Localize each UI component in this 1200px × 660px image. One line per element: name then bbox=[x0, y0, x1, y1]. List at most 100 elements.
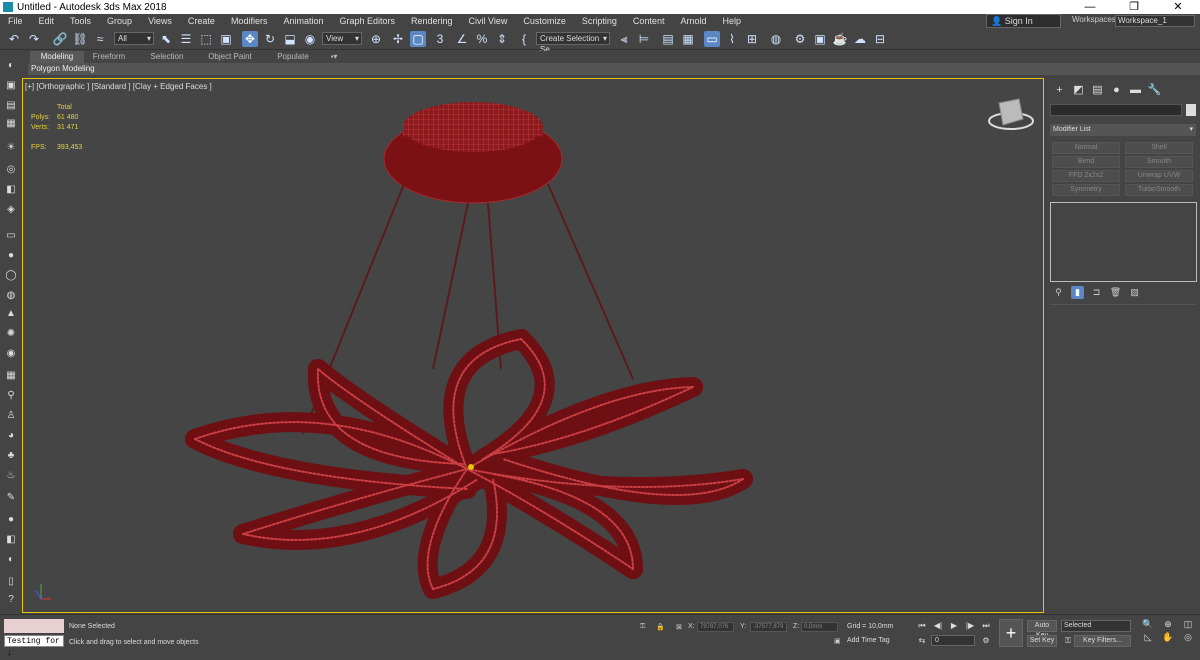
object-color-swatch[interactable] bbox=[1186, 104, 1196, 116]
bone-icon[interactable]: ⚲ bbox=[4, 388, 18, 402]
modifier-shell-button[interactable]: Shell bbox=[1125, 142, 1193, 154]
workspace-dropdown[interactable]: Workspace_1 bbox=[1115, 15, 1195, 27]
camera-icon[interactable]: ◎ bbox=[4, 162, 18, 176]
modifier-list-dropdown[interactable]: Modifier List bbox=[1050, 124, 1196, 136]
selection-filter-dropdown[interactable]: All bbox=[114, 32, 154, 45]
previous-frame-icon[interactable]: ◀| bbox=[932, 620, 944, 632]
rect-selection-icon[interactable]: ⬚ bbox=[198, 31, 214, 47]
target-icon[interactable]: ◉ bbox=[4, 346, 18, 360]
viewcube[interactable] bbox=[988, 98, 1034, 130]
menu-edit[interactable]: Edit bbox=[31, 14, 63, 28]
maxscript-listener-output[interactable] bbox=[4, 619, 64, 633]
snaps-toggle-icon[interactable]: 3 bbox=[432, 31, 448, 47]
zoom-extents-icon[interactable]: ◫ bbox=[1179, 619, 1197, 630]
tab-freeform[interactable]: Freeform bbox=[86, 51, 132, 63]
select-rotate-icon[interactable]: ↻ bbox=[262, 31, 278, 47]
geosphere-icon[interactable]: ◯ bbox=[4, 268, 18, 282]
current-frame-field[interactable]: 0 bbox=[931, 635, 975, 646]
spinner-snap-icon[interactable]: ⇕ bbox=[494, 31, 510, 47]
selection-set-dropdown[interactable]: Selected bbox=[1061, 620, 1131, 632]
next-frame-icon[interactable]: |▶ bbox=[964, 620, 976, 632]
align-icon[interactable]: ⊨ bbox=[636, 31, 652, 47]
minimize-button[interactable]: — bbox=[1068, 0, 1112, 14]
sign-in-dropdown[interactable]: 👤 Sign In bbox=[986, 14, 1061, 28]
help-icon[interactable]: ? bbox=[4, 592, 18, 606]
light-icon[interactable]: ☀ bbox=[4, 140, 18, 154]
hierarchy-tab-icon[interactable]: ▤ bbox=[1088, 82, 1107, 98]
zoom-all-icon[interactable]: ⊕ bbox=[1159, 619, 1177, 630]
set-keys-icon[interactable]: + bbox=[999, 619, 1023, 647]
play-icon[interactable]: ▶ bbox=[948, 620, 960, 632]
select-by-name-icon[interactable]: ☰ bbox=[178, 31, 194, 47]
modifier-bend-button[interactable]: Bend bbox=[1052, 156, 1120, 168]
sun-icon[interactable]: ✺ bbox=[4, 326, 18, 340]
assign-material-icon[interactable]: ◧ bbox=[4, 532, 18, 546]
menu-graph-editors[interactable]: Graph Editors bbox=[331, 14, 403, 28]
material-sphere-icon[interactable]: ● bbox=[4, 512, 18, 526]
menu-group[interactable]: Group bbox=[99, 14, 140, 28]
tab-object-paint[interactable]: Object Paint bbox=[202, 51, 258, 63]
remove-modifier-icon[interactable]: 🗑 bbox=[1109, 286, 1122, 299]
pan-icon[interactable]: ✋ bbox=[1159, 632, 1177, 643]
material-editor-icon[interactable]: ◍ bbox=[768, 31, 784, 47]
modifier-unwrap-button[interactable]: Unwrap UVW bbox=[1125, 170, 1193, 182]
bind-space-warp-icon[interactable]: ≈ bbox=[92, 31, 108, 47]
a360-render-icon[interactable]: ⊟ bbox=[872, 31, 888, 47]
manipulate-icon[interactable]: ✢ bbox=[390, 31, 406, 47]
ribbon-options-icon[interactable]: ▪▾ bbox=[324, 51, 344, 63]
spacewarp-icon[interactable]: ◈ bbox=[4, 202, 18, 216]
zoom-icon[interactable]: 🔍 bbox=[1139, 619, 1157, 630]
y-coordinate[interactable]: -37577,879 bbox=[750, 622, 787, 632]
select-object-icon[interactable]: ⬉ bbox=[158, 31, 174, 47]
reference-coord-dropdown[interactable]: View bbox=[322, 32, 362, 45]
show-end-result-icon[interactable]: ▮ bbox=[1071, 286, 1084, 299]
object-name-field[interactable] bbox=[1050, 104, 1182, 116]
maxscript-mini-listener[interactable]: Testing for ↓ bbox=[4, 635, 64, 658]
edit-named-selection-icon[interactable]: { bbox=[516, 31, 532, 47]
go-to-end-icon[interactable]: ⏭ bbox=[980, 620, 992, 632]
viewport-orthographic[interactable]: [+] [Orthographic ] [Standard ] [Clay + … bbox=[22, 78, 1044, 613]
display-tab-icon[interactable]: ▬ bbox=[1126, 82, 1145, 98]
menu-modifiers[interactable]: Modifiers bbox=[223, 14, 276, 28]
viewport-layout-icon[interactable]: ◐ bbox=[4, 58, 18, 72]
hair-icon[interactable]: ♨ bbox=[4, 468, 18, 482]
tree-icon[interactable]: ♣ bbox=[4, 448, 18, 462]
render-iterative-icon[interactable]: ☁ bbox=[852, 31, 868, 47]
modifier-turbosmooth-button[interactable]: TurboSmooth bbox=[1125, 184, 1193, 196]
time-configuration-icon[interactable]: ⚙ bbox=[980, 635, 992, 647]
absolute-mode-icon[interactable]: ⊠ bbox=[676, 623, 682, 631]
render-side-icon[interactable]: ◐ bbox=[4, 552, 18, 566]
pin-stack-icon[interactable]: ⚲ bbox=[1052, 286, 1065, 299]
tab-selection[interactable]: Selection bbox=[144, 51, 190, 63]
key-filters-button[interactable]: Key Filters... bbox=[1074, 635, 1131, 647]
helper-icon[interactable]: ◧ bbox=[4, 182, 18, 196]
render-setup-icon[interactable]: ⚙ bbox=[792, 31, 808, 47]
add-time-tag[interactable]: Add Time Tag bbox=[847, 637, 890, 644]
modifier-normal-button[interactable]: Normal bbox=[1052, 142, 1120, 154]
link-icon[interactable]: 🔗 bbox=[52, 31, 68, 47]
key-filters-icon[interactable]: ⚿ bbox=[1062, 635, 1074, 647]
z-coordinate[interactable]: 0,0mm bbox=[801, 622, 838, 632]
isolate-selection-icon[interactable]: ⚿ bbox=[640, 623, 645, 631]
field-of-view-icon[interactable]: ◺ bbox=[1139, 632, 1157, 643]
rendered-frame-window-icon[interactable]: ▣ bbox=[812, 31, 828, 47]
named-selection-set-dropdown[interactable]: Create Selection Se bbox=[536, 32, 610, 54]
biped-icon[interactable]: ♙ bbox=[4, 408, 18, 422]
auto-key-button[interactable]: Auto Key bbox=[1027, 620, 1057, 639]
curve-editor-icon[interactable]: ⌇ bbox=[724, 31, 740, 47]
modifier-symmetry-button[interactable]: Symmetry bbox=[1052, 184, 1120, 196]
pivot-center-icon[interactable]: ⊕ bbox=[368, 31, 384, 47]
select-place-icon[interactable]: ◉ bbox=[302, 31, 318, 47]
brush-icon[interactable]: ✎ bbox=[4, 490, 18, 504]
menu-animation[interactable]: Animation bbox=[275, 14, 331, 28]
tab-modeling[interactable]: Modeling bbox=[30, 51, 84, 63]
menu-help[interactable]: Help bbox=[714, 14, 749, 28]
layer-icon[interactable]: ▦ bbox=[4, 116, 18, 130]
ribbon-panel-polygon-modeling[interactable]: Polygon Modeling bbox=[28, 63, 1200, 75]
cone-icon[interactable]: ▲ bbox=[4, 306, 18, 320]
box-icon[interactable]: ▭ bbox=[4, 228, 18, 242]
mirror-icon[interactable]: ⫷ bbox=[616, 31, 632, 47]
create-tab-icon[interactable]: + bbox=[1050, 82, 1069, 98]
tab-populate[interactable]: Populate bbox=[270, 51, 316, 63]
selection-lock-icon[interactable]: 🔒 bbox=[656, 623, 665, 631]
